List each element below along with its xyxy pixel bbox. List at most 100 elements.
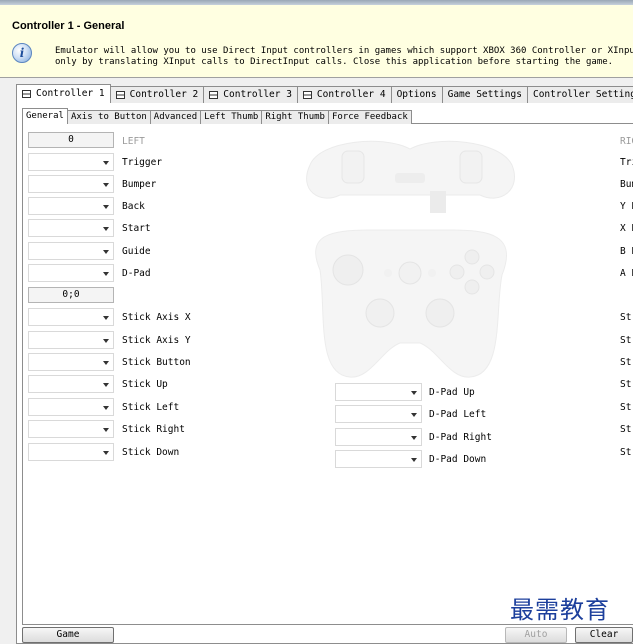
guide-combo[interactable]	[28, 242, 114, 260]
tab-game-settings[interactable]: Game Settings	[441, 86, 528, 103]
controller-icon	[302, 91, 312, 99]
tab-controller-1[interactable]: Controller 1	[16, 84, 111, 103]
trigger-left	[341, 150, 365, 184]
stick-button-combo[interactable]	[28, 353, 114, 371]
chevron-down-icon	[103, 316, 109, 320]
tab-right-thumb[interactable]: Right Thumb	[261, 110, 329, 124]
stick-axis-y-combo[interactable]	[28, 331, 114, 349]
right-stick	[425, 298, 455, 328]
dpad-combo[interactable]	[28, 264, 114, 282]
start-combo[interactable]	[28, 219, 114, 237]
tab-controller-3[interactable]: Controller 3	[203, 86, 298, 103]
gamepad-image	[306, 140, 515, 378]
tab-controller-4[interactable]: Controller 4	[296, 86, 392, 103]
tab-axis-to-button[interactable]: Axis to Button	[66, 110, 151, 124]
stick-up-combo[interactable]	[28, 375, 114, 393]
chevron-down-icon	[103, 183, 109, 187]
button-x	[449, 264, 465, 280]
stick-down-combo[interactable]	[28, 443, 114, 461]
stick-up-label: Stick Up	[122, 379, 168, 390]
chevron-down-icon	[103, 272, 109, 276]
message-line-1: Emulator will allow you to use Direct In…	[55, 46, 633, 56]
dpad-down-combo[interactable]	[335, 450, 422, 468]
right-stick-up-label: St	[620, 379, 632, 390]
dpad	[365, 298, 395, 328]
chevron-down-icon	[103, 406, 109, 410]
dpad-right-label: D-Pad Right	[429, 432, 492, 443]
tab-label: Controller 3	[223, 89, 292, 100]
tab-force-feedback[interactable]: Force Feedback	[327, 110, 412, 124]
button-y	[464, 249, 480, 265]
tab-label: Controller 2	[129, 89, 199, 100]
header-title: Controller 1 - General	[12, 20, 125, 32]
dpad-left-combo[interactable]	[335, 405, 422, 423]
chevron-down-icon	[103, 161, 109, 165]
button-a	[464, 279, 480, 295]
stick-right-combo[interactable]	[28, 420, 114, 438]
start-button	[428, 269, 436, 277]
trigger-combo[interactable]	[28, 153, 114, 171]
right-stick-right-label: St	[620, 424, 632, 435]
stick-button-label: Stick Button	[122, 357, 191, 368]
clear-button[interactable]: Clear	[575, 627, 633, 643]
stick-axis-x-label: Stick Axis X	[122, 312, 191, 323]
trigger-value-display: 0	[28, 132, 114, 148]
back-button	[384, 269, 392, 277]
tab-advanced[interactable]: Advanced	[149, 110, 202, 124]
chevron-down-icon	[103, 227, 109, 231]
button-b	[479, 264, 495, 280]
game-button[interactable]: Game	[22, 627, 114, 643]
right-stick-left-label: St	[620, 402, 632, 413]
tab-general[interactable]: General	[22, 108, 68, 124]
chevron-down-icon	[411, 436, 417, 440]
info-header: Controller 1 - General i Emulator will a…	[0, 5, 633, 78]
tab-left-thumb[interactable]: Left Thumb	[200, 110, 263, 124]
bumper-combo[interactable]	[28, 175, 114, 193]
tab-label: Controller 1	[36, 88, 105, 99]
chevron-down-icon	[103, 205, 109, 209]
stick-axis-x-combo[interactable]	[28, 308, 114, 326]
sub-tab-strip: General Axis to Button Advanced Left Thu…	[22, 108, 412, 124]
message-line-2: only by translating XInput calls to Dire…	[55, 57, 614, 67]
stick-value-display: 0;0	[28, 287, 114, 303]
back-combo[interactable]	[28, 197, 114, 215]
dpad-right-combo[interactable]	[335, 428, 422, 446]
right-stick-button-label: St	[620, 357, 632, 368]
trigger-label: Trigger	[122, 157, 163, 168]
controller-top-silhouette	[306, 140, 515, 199]
stick-left-combo[interactable]	[28, 398, 114, 416]
tab-options[interactable]: Options	[390, 86, 443, 103]
header-message: Emulator will allow you to use Direct In…	[55, 46, 633, 68]
dpad-up-label: D-Pad Up	[429, 387, 475, 398]
tab-label: Controller 4	[316, 89, 386, 100]
guide-button	[398, 261, 422, 285]
start-label: Start	[122, 223, 151, 234]
right-stick-down-label: St	[620, 447, 632, 458]
chevron-down-icon	[103, 250, 109, 254]
chevron-down-icon	[411, 413, 417, 417]
tab-controller-2[interactable]: Controller 2	[109, 86, 205, 103]
info-icon: i	[12, 43, 32, 63]
tab-label: Game Settings	[447, 89, 522, 100]
x-button-label: X B	[620, 223, 633, 234]
chevron-down-icon	[103, 451, 109, 455]
right-stick-axis-x-label: St	[620, 312, 632, 323]
dpad-label: D-Pad	[122, 268, 151, 279]
auto-button[interactable]: Auto	[505, 627, 567, 643]
tab-label: Options	[396, 89, 437, 100]
tab-controller-settings[interactable]: Controller Settings	[526, 86, 633, 103]
guide-label: Guide	[122, 246, 151, 257]
chevron-down-icon	[103, 428, 109, 432]
b-button-label: B B	[620, 246, 633, 257]
watermark-text: 最需教育	[510, 596, 610, 624]
bumper-label: Bumper	[122, 179, 157, 190]
controller-body	[315, 229, 508, 378]
a-button-label: A B	[620, 268, 633, 279]
back-label: Back	[122, 201, 145, 212]
dpad-up-combo[interactable]	[335, 383, 422, 401]
chevron-down-icon	[103, 339, 109, 343]
main-tab-strip: Controller 1 Controller 2 Controller 3 C…	[16, 84, 633, 103]
right-trigger-label: Tri	[620, 157, 633, 168]
tab-label: Controller Settings	[532, 89, 633, 100]
bumper-center	[395, 173, 425, 183]
